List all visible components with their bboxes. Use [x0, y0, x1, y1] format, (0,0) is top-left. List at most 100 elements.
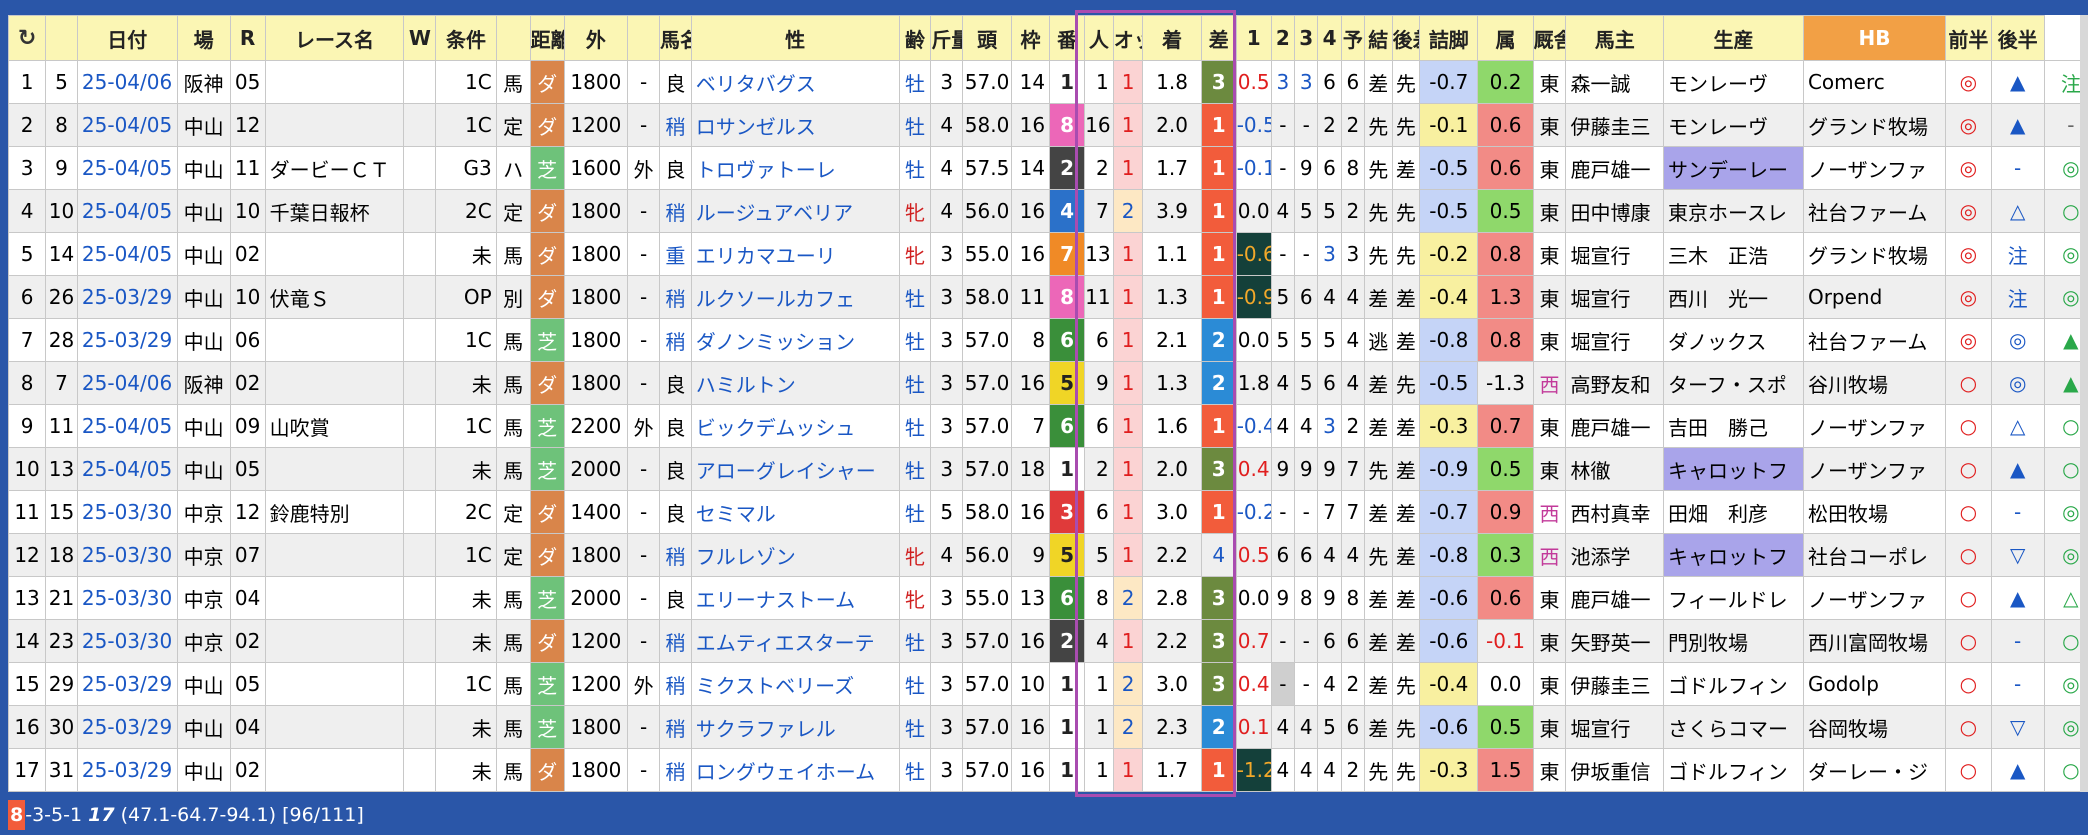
cell-chaku: 3	[1200, 576, 1237, 620]
table-row[interactable]: 1 5 25-04/06 阪神 05 1C 馬ダ 1800- 良ベリタバグス牡 3 57.0 14 1 1…	[8, 60, 2088, 104]
cell-c3: 5	[1317, 705, 1342, 749]
cell-horse[interactable]: ロサンゼルス	[690, 103, 900, 147]
cell-kin: 57.0	[962, 60, 1012, 104]
cell-place: 中京	[176, 533, 231, 577]
cell-out: -	[627, 748, 660, 792]
refresh-icon[interactable]: ↻	[18, 26, 36, 51]
cell-date[interactable]: 25-04/05	[76, 189, 178, 233]
refresh-button[interactable]: ↻	[8, 15, 47, 61]
cell-dist: 1800	[563, 60, 629, 104]
column-header: 前半	[1945, 15, 1992, 61]
column-header	[495, 15, 531, 61]
column-header: 属	[1477, 15, 1534, 61]
cell-horse[interactable]: ルクソールカフェ	[690, 275, 900, 319]
cell-horse[interactable]: ハミルトン	[690, 361, 900, 405]
cell-no: 9	[8, 404, 47, 448]
cell-dist: 1800	[563, 748, 629, 792]
cell-horse[interactable]: ルージュアベリア	[690, 189, 900, 233]
cell-nin: 1	[1112, 146, 1144, 190]
cell-c3: 4	[1317, 275, 1342, 319]
cell-r: 05	[229, 447, 266, 491]
cell-hb: ◎	[1945, 103, 1992, 147]
cell-zen: △	[1990, 189, 2045, 233]
table-row[interactable]: 3 9 25-04/05 中山 11 ダービーＣＴ G3 ハ芝 1600 外良トロヴァトーレ牡 4 5…	[8, 146, 2088, 190]
cell-owner: 西川 光一	[1663, 275, 1804, 319]
cell-date[interactable]: 25-03/29	[76, 748, 178, 792]
vertical-scrollbar[interactable]	[2080, 15, 2088, 792]
cell-date[interactable]: 25-04/06	[76, 60, 178, 104]
cell-date[interactable]: 25-03/30	[76, 619, 178, 663]
cell-c4: 7	[1340, 447, 1366, 491]
table-row[interactable]: 8 7 25-04/06 阪神 02 未馬ダ 1800- 良ハミルトン牡 3 57.0 16 5 9 1 1…	[8, 361, 2088, 405]
cell-date[interactable]: 25-03/29	[76, 275, 178, 319]
cell-sa: 0.1	[1235, 705, 1272, 749]
table-row[interactable]: 7 28 25-03/29 中山 06 1C 馬芝 1800- 稍ダノンミッション牡 3 57.0 8…	[8, 318, 2088, 362]
column-header: 距離	[529, 15, 565, 61]
table-row[interactable]: 4 10 25-04/05 中山 10 千葉日報杯 2C 定ダ 1800- 稍ルージュアベリア牝 4…	[8, 189, 2088, 233]
cell-dist: 2000	[563, 447, 629, 491]
cell-id: 28	[45, 318, 78, 362]
cell-date[interactable]: 25-03/30	[76, 533, 178, 577]
table-row[interactable]: 14 23 25-03/30 中京 02 未馬ダ 1200- 稍エムティエスターテ牡 3 57.0…	[8, 619, 2088, 663]
cell-w	[403, 662, 437, 706]
cell-ban: 6	[1084, 404, 1114, 448]
cell-date[interactable]: 25-04/05	[76, 146, 178, 190]
cell-horse[interactable]: ミクストベリーズ	[690, 662, 900, 706]
cell-sex: 牡	[898, 619, 932, 663]
table-row[interactable]: 16 30 25-03/29 中山 04 未馬芝 1800- 稍サクラファレル牡 3 57.0 16…	[8, 705, 2088, 749]
cell-date[interactable]: 25-04/05	[76, 404, 178, 448]
cell-date[interactable]: 25-03/29	[76, 318, 178, 362]
table-row[interactable]: 5 14 25-04/05 中山 02 未馬ダ 1800- 重エリカマユーリ牝 3 55.0 16 7…	[8, 232, 2088, 276]
cell-waku: 1	[1049, 705, 1086, 749]
cell-date[interactable]: 25-03/30	[76, 490, 178, 534]
cell-horse[interactable]: フルレゾン	[690, 533, 900, 577]
cell-id: 15	[45, 490, 78, 534]
cell-horse[interactable]: トロヴァトーレ	[690, 146, 900, 190]
table-row[interactable]: 12 18 25-03/30 中京 07 1C 定ダ 1800- 稍フルレゾン牝 4 56.0 9 5 5…	[8, 533, 2088, 577]
cell-date[interactable]: 25-04/06	[76, 361, 178, 405]
table-row[interactable]: 10 13 25-04/05 中山 05 未馬芝 2000- 良アローグレイシャー牡 3 57.0…	[8, 447, 2088, 491]
cell-date[interactable]: 25-04/05	[76, 232, 178, 276]
cell-date[interactable]: 25-03/29	[76, 705, 178, 749]
cell-c2: 3	[1294, 60, 1319, 104]
table-row[interactable]: 6 26 25-03/29 中山 10 伏竜Ｓ OP 別ダ 1800- 稍ルクソールカフェ牡 3 58…	[8, 275, 2088, 319]
cell-horse[interactable]: ダノンミッション	[690, 318, 900, 362]
table-row[interactable]: 15 29 25-03/29 中山 05 1C 馬芝 1200 外稍ミクストベリーズ牡 3 57.0…	[8, 662, 2088, 706]
cell-horse[interactable]: エムティエスターテ	[690, 619, 900, 663]
cell-kosa: -0.5	[1419, 361, 1479, 405]
cell-horse[interactable]: セミマル	[690, 490, 900, 534]
cell-horse[interactable]: サクラファレル	[690, 705, 900, 749]
cell-seisan: 社台ファーム	[1802, 318, 1947, 362]
cell-out: -	[627, 619, 660, 663]
cell-cond: G3	[435, 146, 497, 190]
cell-heads: 14	[1010, 146, 1051, 190]
cell-name	[264, 318, 405, 362]
cell-yo: 先	[1364, 232, 1393, 276]
table-row[interactable]: 9 11 25-04/05 中山 09 山吹賞 1C 馬芝 2200 外良ビックデムッシュ牡 3 57…	[8, 404, 2088, 448]
cell-zoku: 東	[1532, 404, 1567, 448]
cell-baba: 稍	[658, 318, 692, 362]
cell-date[interactable]: 25-04/05	[76, 447, 178, 491]
table-row[interactable]: 2 8 25-04/05 中山 12 1C 定ダ 1200- 稍ロサンゼルス牡 4 58.0 16 8 1…	[8, 103, 2088, 147]
table-row[interactable]: 11 15 25-03/30 中京 12 鈴鹿特別 2C 定ダ 1400- 良セミマル牡 5 58.0…	[8, 490, 2088, 534]
cell-surf: ダ	[529, 275, 565, 319]
cell-cond: 1C	[435, 60, 497, 104]
table-row[interactable]: 17 31 25-03/29 中山 02 未馬ダ 1800- 稍ロングウェイホーム牡 3 57.0…	[8, 748, 2088, 792]
cell-horse[interactable]: ベリタバグス	[690, 60, 900, 104]
cell-horse[interactable]: ロングウェイホーム	[690, 748, 900, 792]
cell-date[interactable]: 25-03/30	[76, 576, 178, 620]
cell-seisan: Comerc	[1802, 60, 1947, 104]
cell-date[interactable]: 25-03/29	[76, 662, 178, 706]
cell-hb: ○	[1945, 490, 1992, 534]
cell-horse[interactable]: エリカマユーリ	[690, 232, 900, 276]
cell-horse[interactable]: アローグレイシャー	[690, 447, 900, 491]
column-header: オッズ	[1112, 15, 1144, 61]
cell-kosa: -0.8	[1419, 533, 1479, 577]
cell-date[interactable]: 25-04/05	[76, 103, 178, 147]
cell-horse[interactable]: ビックデムッシュ	[690, 404, 900, 448]
cell-kind: 馬	[495, 748, 531, 792]
cell-horse[interactable]: エリーナストーム	[690, 576, 900, 620]
table-row[interactable]: 13 21 25-03/30 中京 04 未馬芝 2000- 良エリーナストーム牝 3 55.0 1…	[8, 576, 2088, 620]
cell-w	[403, 490, 437, 534]
column-header: 日付	[76, 15, 178, 61]
